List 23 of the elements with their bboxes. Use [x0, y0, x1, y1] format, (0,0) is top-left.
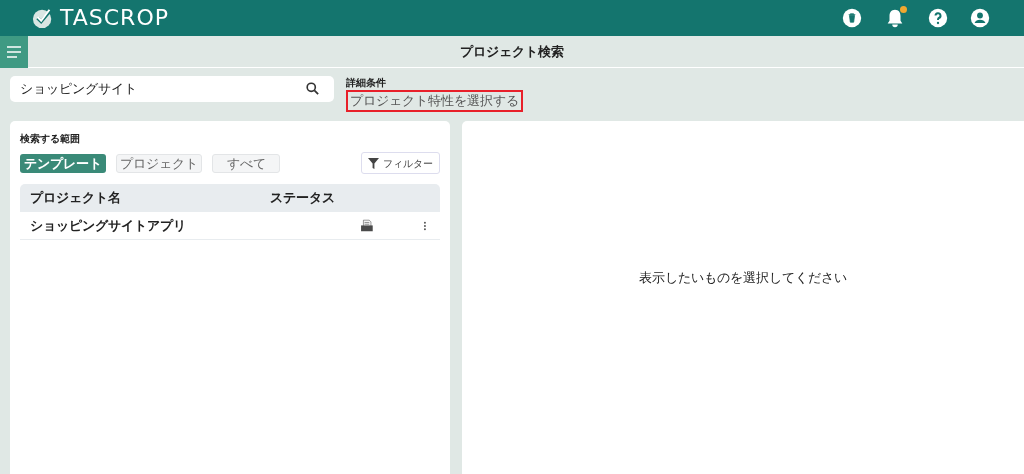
- trash-icon[interactable]: [842, 8, 862, 28]
- project-name[interactable]: ショッピングサイトアプリ: [30, 215, 360, 236]
- column-header: ステータス: [270, 189, 336, 208]
- help-icon[interactable]: [928, 8, 948, 28]
- document-tray-icon[interactable]: [359, 218, 376, 233]
- scope-tab[interactable]: テンプレート: [20, 153, 106, 173]
- scope-tab[interactable]: すべて: [212, 153, 280, 173]
- menu-button[interactable]: [0, 35, 28, 68]
- empty-message: 表示したいものを選択してください: [639, 268, 847, 287]
- details-label: 詳細条件: [346, 76, 387, 90]
- scope-tab[interactable]: プロジェクト: [116, 153, 202, 173]
- menu-icon: [6, 45, 22, 58]
- filter-button[interactable]: フィルター: [361, 152, 440, 174]
- page-title: プロジェクト検索: [459, 42, 565, 61]
- search-field[interactable]: ショッピングサイト: [10, 76, 334, 102]
- app-logo: TASCROP: [60, 7, 169, 29]
- characteristics-link[interactable]: プロジェクト特性を選択する: [346, 90, 523, 112]
- user-icon[interactable]: [970, 8, 990, 28]
- search-icon[interactable]: [305, 81, 320, 96]
- scope-label: 検索する範囲: [20, 132, 81, 146]
- logo-check-icon[interactable]: [32, 7, 54, 29]
- filter-icon: [368, 157, 379, 169]
- column-header: プロジェクト名: [30, 189, 122, 208]
